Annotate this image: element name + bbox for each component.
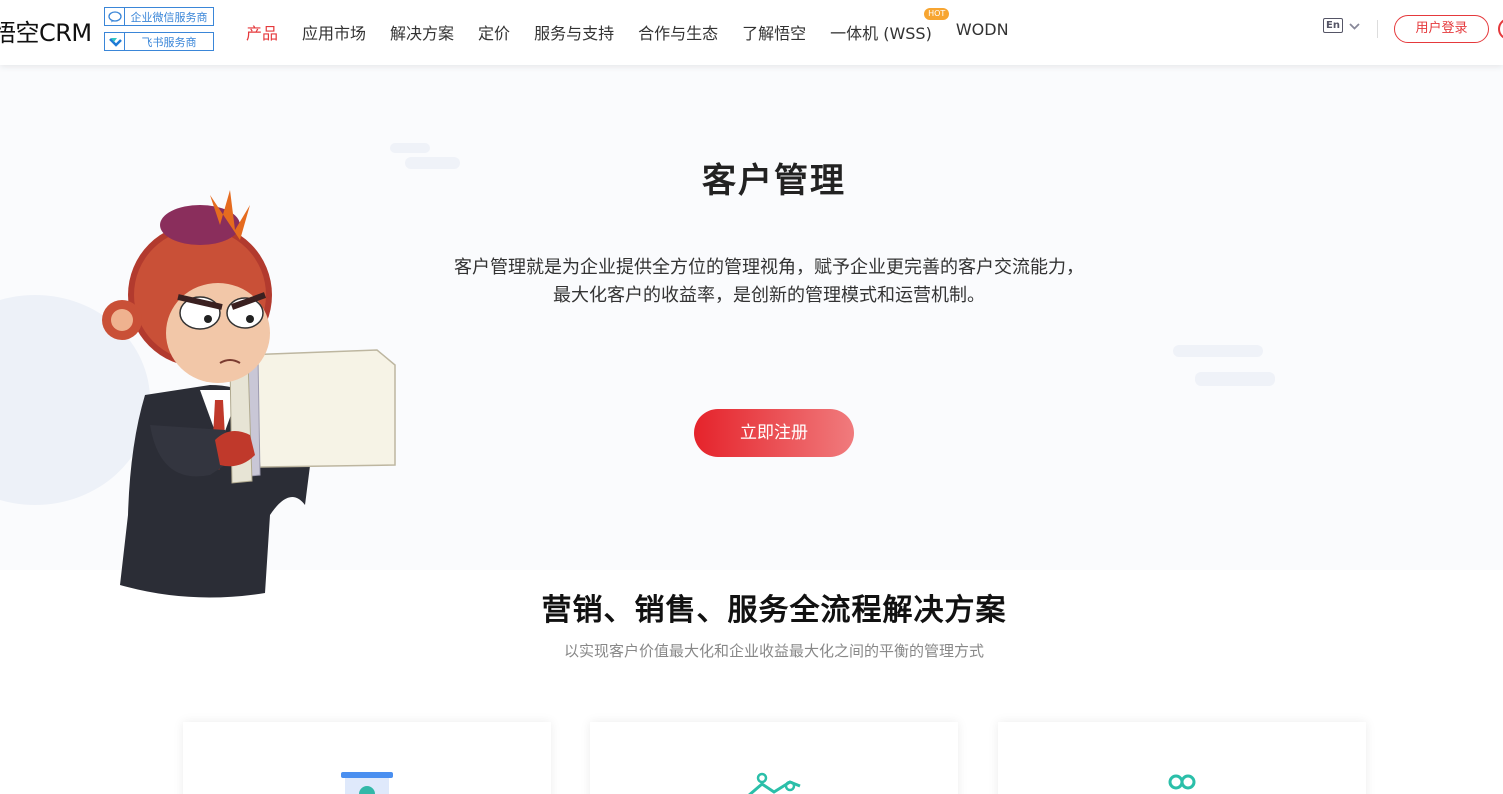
header-divider <box>1377 20 1378 38</box>
nav-item-service-support[interactable]: 服务与支持 <box>534 20 614 44</box>
decor-cloud <box>1195 372 1275 386</box>
partner-badge-wechat-work[interactable]: 企业微信服务商 <box>104 7 214 26</box>
feature-card[interactable] <box>590 722 958 794</box>
feishu-icon <box>105 33 125 50</box>
partner-label: 企业微信服务商 <box>130 10 208 24</box>
feature-card[interactable] <box>183 722 551 794</box>
nav-item-product[interactable]: 产品 <box>246 20 278 44</box>
hot-badge: HOT <box>924 8 950 20</box>
nav-item-pricing[interactable]: 定价 <box>478 20 510 44</box>
nav-item-about[interactable]: 了解悟空 <box>742 20 806 44</box>
chevron-down-icon <box>1349 19 1360 33</box>
login-button[interactable]: 用户登录 <box>1394 15 1489 43</box>
monkey-mascot-illustration <box>102 190 396 598</box>
wechat-work-icon <box>105 8 125 25</box>
partner-label: 飞书服务商 <box>141 35 197 49</box>
nav-item-wodn[interactable]: WODN <box>956 20 1009 44</box>
decor-cloud <box>1173 345 1263 357</box>
section-subtitle: 以实现客户价值最大化和企业收益最大化之间的平衡的管理方式 <box>563 642 984 660</box>
top-header: 悟空CRM 企业微信服务商 飞书服务商 产品 应用市场 解决方案 定价 服务与支… <box>0 0 1503 65</box>
decor-cloud <box>390 143 430 153</box>
chart-board-icon <box>339 770 395 794</box>
nav-item-app-market[interactable]: 应用市场 <box>302 20 366 44</box>
main-nav: 产品 应用市场 解决方案 定价 服务与支持 合作与生态 了解悟空 一体机 (WS… <box>246 8 1033 44</box>
line-trend-icon <box>746 770 802 794</box>
partner-badge-feishu[interactable]: 飞书服务商 <box>104 32 214 51</box>
nav-item-solutions[interactable]: 解决方案 <box>390 20 454 44</box>
partial-circle-icon[interactable] <box>1498 18 1503 40</box>
language-switcher[interactable]: En <box>1323 18 1360 33</box>
feature-card[interactable] <box>998 722 1366 794</box>
nav-item-label: 一体机 (WSS) <box>830 24 932 43</box>
people-icon <box>1154 770 1210 794</box>
nav-item-partners[interactable]: 合作与生态 <box>638 20 718 44</box>
logo[interactable]: 悟空CRM <box>0 13 92 48</box>
nav-item-wss[interactable]: 一体机 (WSS) HOT <box>830 8 950 44</box>
register-button[interactable]: 立即注册 <box>694 409 854 457</box>
language-label: En <box>1323 18 1343 33</box>
section-title: 营销、销售、服务全流程解决方案 <box>541 593 1007 628</box>
